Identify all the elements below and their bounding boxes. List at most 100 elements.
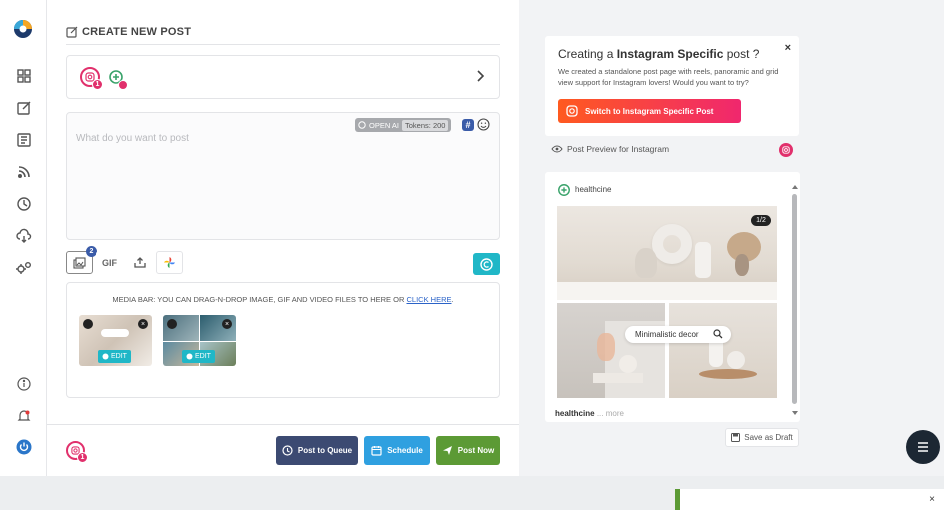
google-photos-button[interactable]	[156, 251, 183, 274]
save-icon	[731, 433, 741, 442]
scroll-down-arrow-icon[interactable]	[792, 410, 798, 416]
media-bar[interactable]: MEDIA BAR: YOU CAN DRAG-N-DROP IMAGE, GI…	[66, 282, 500, 398]
preview-image-grid[interactable]: Minimalistic decor	[557, 206, 777, 398]
thumbnail-pill	[101, 329, 129, 337]
document-icon[interactable]	[14, 130, 34, 150]
caption-username: healthcine	[555, 409, 595, 418]
switch-to-instagram-button[interactable]: Switch to Instagram Specific Post	[558, 99, 741, 123]
upload-icon	[133, 257, 146, 268]
remove-media-icon[interactable]: ×	[222, 319, 232, 329]
gif-button[interactable]: GIF	[96, 251, 123, 274]
preview-header: Post Preview for Instagram	[551, 144, 669, 154]
preview-image	[669, 303, 777, 398]
scroll-up-arrow-icon[interactable]	[792, 184, 798, 190]
cloud-download-icon[interactable]	[14, 226, 34, 246]
gif-label: GIF	[102, 257, 117, 268]
instagram-promo-card: Creating a Instagram Specific post ? × W…	[545, 36, 799, 136]
upload-button[interactable]	[126, 251, 153, 274]
edit-label: EDIT	[111, 353, 127, 360]
click-here-link[interactable]: CLICK HERE	[406, 295, 451, 304]
glass-vase-shape	[597, 333, 615, 361]
media-bar-end: .	[451, 295, 454, 304]
post-editor: OPEN AI Tokens: 200 #	[66, 112, 500, 240]
vase-shape	[619, 355, 637, 373]
media-bar-text: MEDIA BAR: YOU CAN DRAG-N-DROP IMAGE, GI…	[112, 295, 407, 304]
menu-fab-button[interactable]	[906, 430, 940, 464]
vase-shape	[652, 224, 692, 264]
edit-media-button[interactable]: EDIT	[98, 350, 131, 363]
openai-button[interactable]: OPEN AI Tokens: 200	[355, 118, 452, 132]
remove-media-icon[interactable]: ×	[138, 319, 148, 329]
preview-label: Post Preview for Instagram	[567, 144, 670, 154]
info-icon[interactable]	[14, 374, 34, 394]
divider	[66, 44, 500, 45]
book-stack	[593, 373, 643, 383]
hashtag-icon[interactable]: #	[462, 119, 474, 131]
edit-label: EDIT	[195, 353, 211, 360]
left-sidebar	[0, 0, 47, 476]
chevron-right-icon[interactable]	[473, 69, 487, 83]
preview-username: healthcine	[575, 185, 612, 194]
page-title: CREATE NEW POST	[66, 26, 191, 38]
save-as-draft-button[interactable]: Save as Draft	[725, 428, 799, 447]
post-now-label: Post Now	[457, 446, 495, 455]
drag-handle-icon[interactable]	[83, 319, 93, 329]
canva-icon	[102, 353, 109, 360]
media-toolbar: 2 GIF	[66, 246, 183, 275]
emoji-icon[interactable]	[477, 118, 490, 131]
promo-title-bold: Instagram Specific	[616, 47, 724, 61]
compose-icon[interactable]	[14, 98, 34, 118]
preview-caption: healthcine ... more	[555, 409, 624, 418]
instagram-mini-badge	[118, 80, 128, 90]
power-icon[interactable]	[14, 437, 34, 457]
instagram-account-avatar[interactable]: 1	[80, 67, 103, 90]
search-icon	[713, 329, 723, 341]
history-icon[interactable]	[14, 194, 34, 214]
vase-shape	[635, 248, 657, 278]
instagram-preview-card: healthcine Minimalistic decor 1/2 health…	[545, 172, 800, 422]
account-count-badge: 1	[92, 79, 103, 90]
media-thumbnail[interactable]: × EDIT	[163, 315, 236, 366]
bell-icon[interactable]	[14, 406, 34, 426]
canva-button[interactable]	[473, 253, 500, 275]
rss-icon[interactable]	[14, 162, 34, 182]
post-text-input[interactable]	[76, 133, 486, 223]
edit-media-button[interactable]: EDIT	[182, 350, 215, 363]
promo-title: Creating a Instagram Specific post ?	[558, 47, 759, 61]
promo-title-prefix: Creating a	[558, 47, 617, 61]
account-selector[interactable]: 1	[66, 55, 500, 99]
scrollbar-thumb[interactable]	[792, 194, 797, 404]
post-now-button[interactable]: Post Now	[436, 436, 500, 465]
close-icon[interactable]: ×	[785, 42, 791, 54]
divider	[47, 424, 519, 425]
save-as-draft-label: Save as Draft	[744, 433, 793, 442]
close-icon[interactable]: ×	[929, 494, 935, 505]
image-search-pill[interactable]: Minimalistic decor	[625, 326, 731, 343]
caption-more-link[interactable]: ... more	[597, 409, 624, 418]
media-library-button[interactable]: 2	[66, 246, 97, 274]
vase-shape	[695, 242, 711, 278]
page-title-text: CREATE NEW POST	[82, 26, 192, 38]
schedule-label: Schedule	[387, 446, 423, 455]
send-icon	[442, 446, 452, 455]
promo-body: We created a standalone post page with r…	[558, 67, 779, 87]
composer-panel: CREATE NEW POST 1 OPEN AI Tokens: 200 # …	[47, 0, 519, 476]
post-to-queue-button[interactable]: Post to Queue	[276, 436, 358, 465]
compose-icon	[66, 26, 78, 38]
drag-handle-icon[interactable]	[167, 319, 177, 329]
post-to-queue-label: Post to Queue	[297, 446, 353, 455]
queue-icon	[282, 445, 293, 456]
selected-account-avatar[interactable]: 1	[66, 441, 88, 463]
image-gallery-icon	[73, 256, 86, 269]
schedule-button[interactable]: Schedule	[364, 436, 430, 465]
tray-shape	[699, 369, 757, 379]
media-thumbnail[interactable]: × EDIT	[79, 315, 152, 366]
healthcine-logo-icon	[558, 184, 570, 196]
instagram-preview-toggle[interactable]	[779, 143, 793, 157]
preview-scrollbar[interactable]	[792, 184, 798, 416]
brand-logo-icon[interactable]	[12, 18, 34, 40]
media-bar-instructions: MEDIA BAR: YOU CAN DRAG-N-DROP IMAGE, GI…	[67, 295, 499, 304]
dashboard-icon[interactable]	[14, 66, 34, 86]
canva-icon	[186, 353, 193, 360]
settings-icon[interactable]	[14, 258, 34, 278]
